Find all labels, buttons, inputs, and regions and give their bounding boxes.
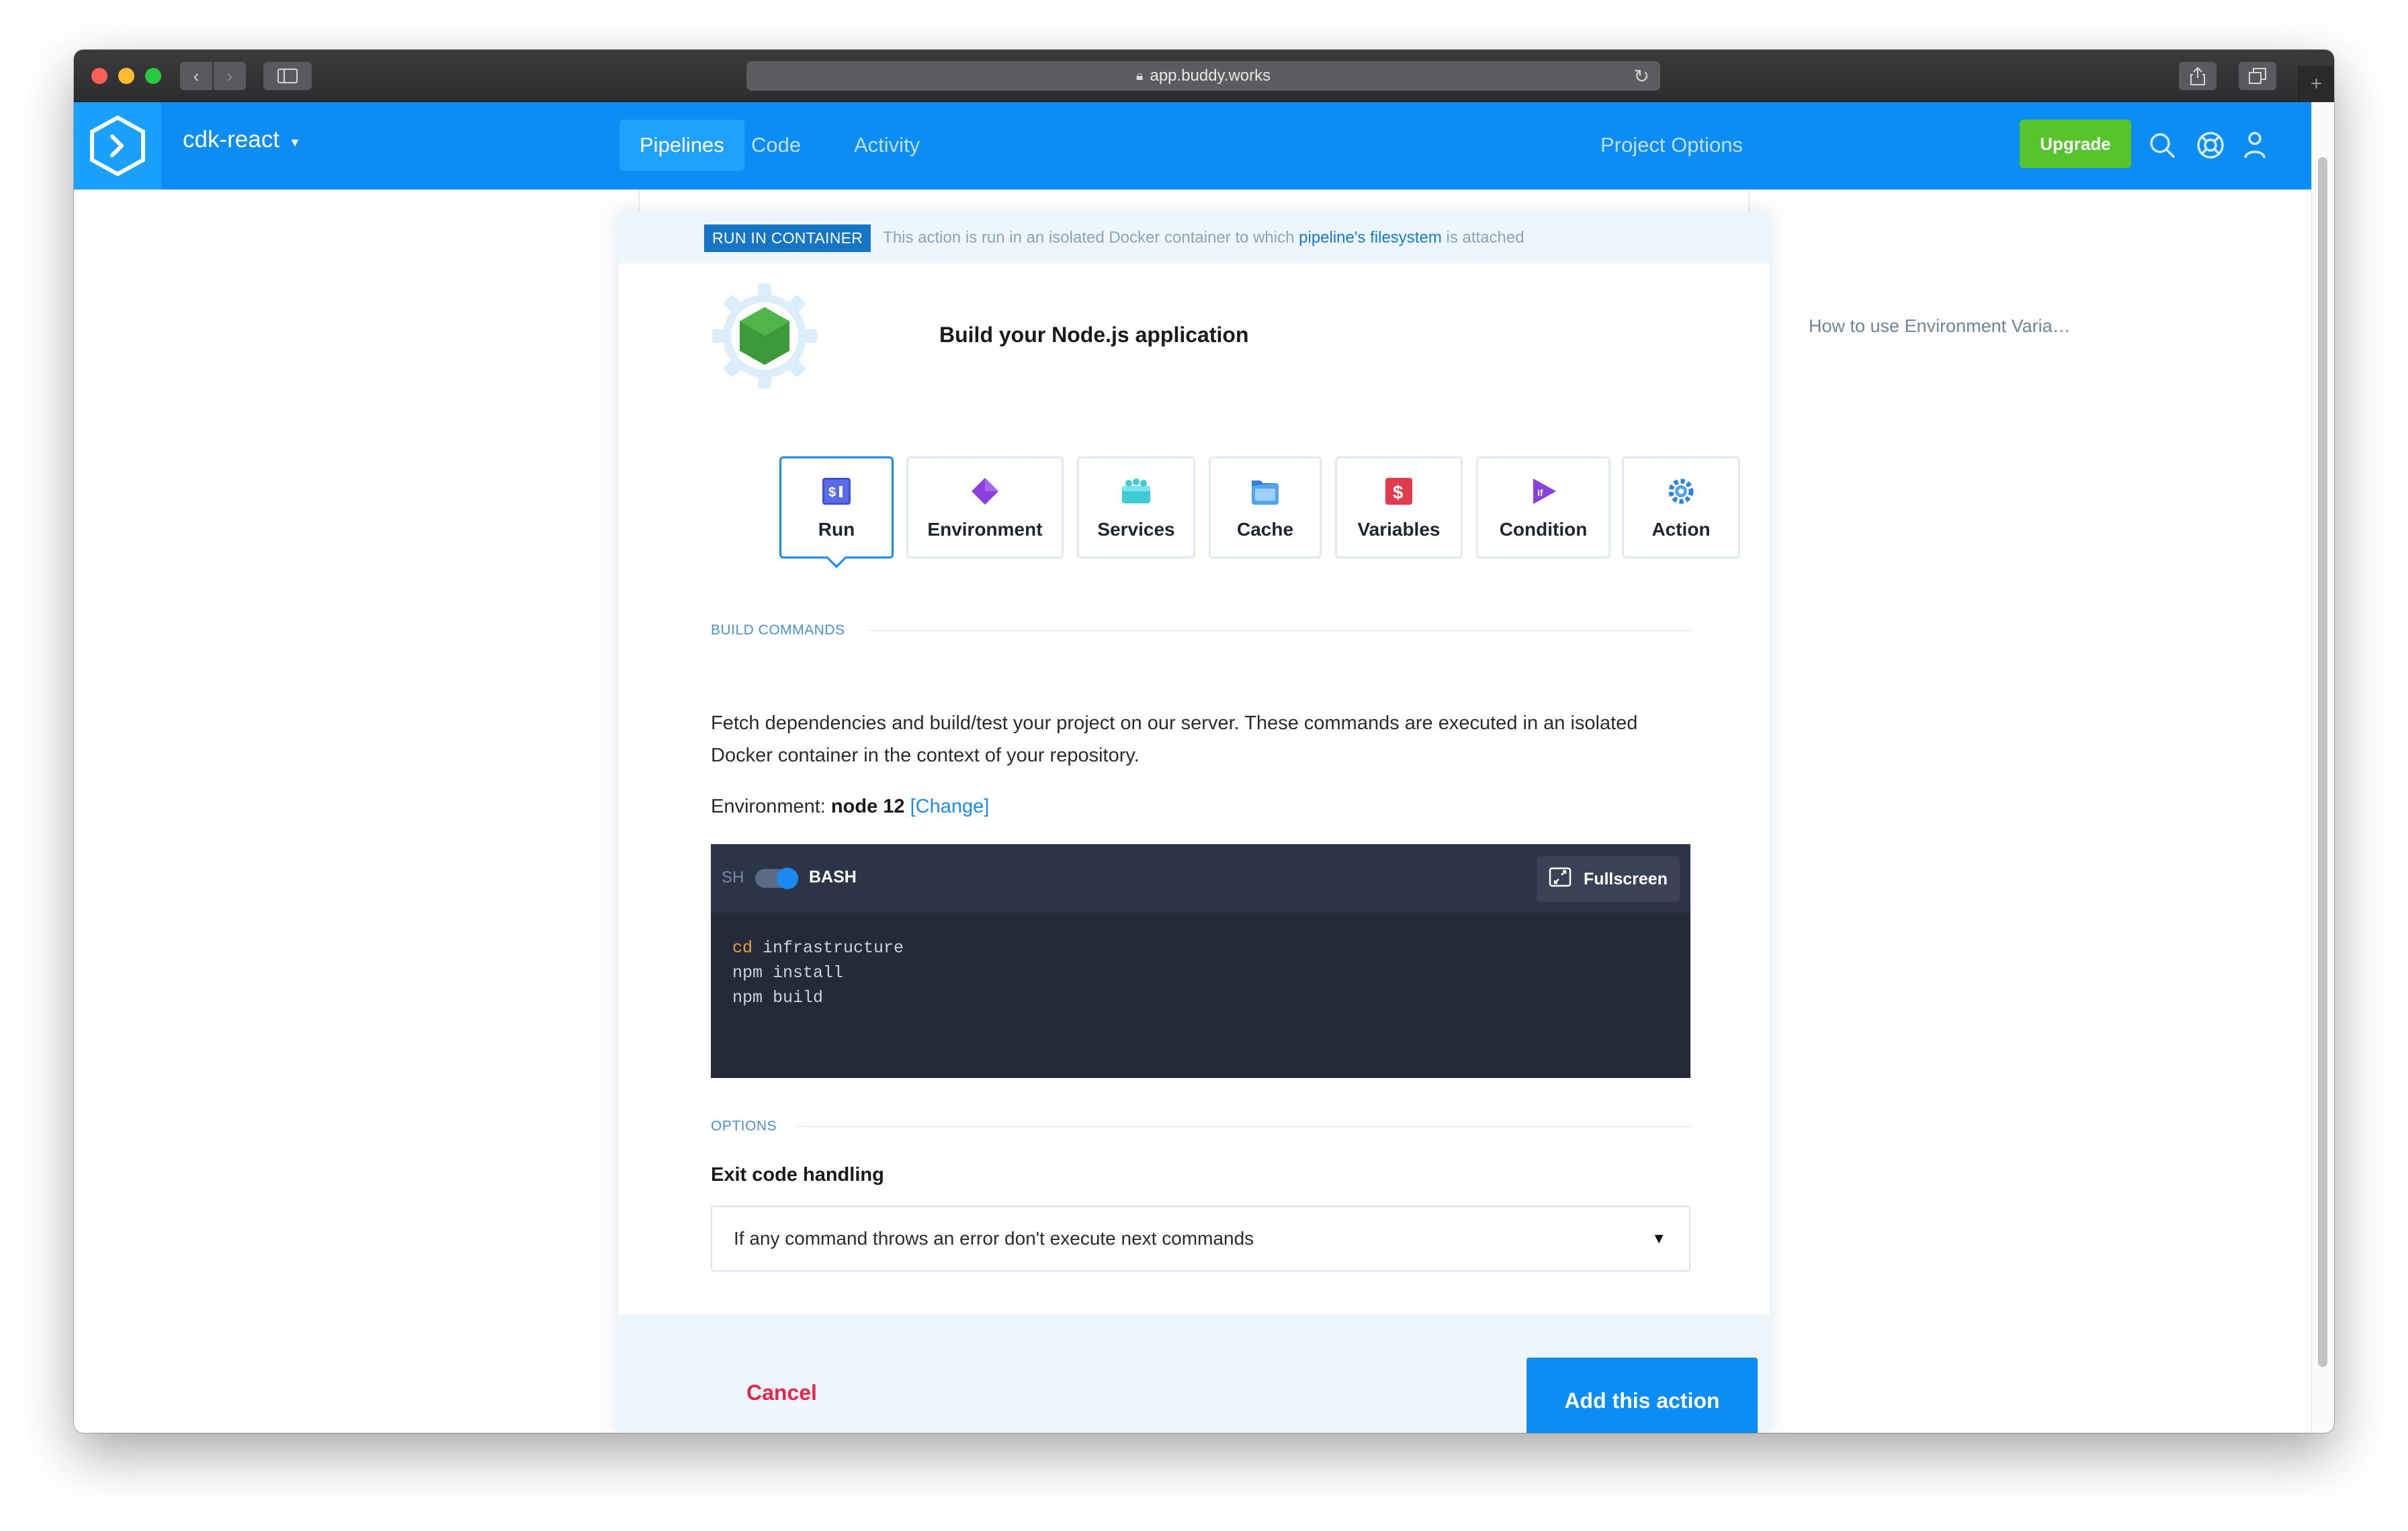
help-article-link[interactable]: How to use Environment Varia…: [1809, 316, 2071, 337]
tab-services[interactable]: Services: [1077, 456, 1195, 558]
code-line: npm install: [732, 960, 904, 985]
sidebar-toggle-icon[interactable]: [263, 62, 312, 90]
pipeline-filesystem-link[interactable]: pipeline's filesystem: [1299, 229, 1442, 247]
dropdown-arrow-icon: ▼: [1651, 1230, 1666, 1247]
lock-icon: 🔒︎: [1135, 68, 1144, 83]
svg-text:$: $: [1393, 482, 1404, 503]
environment-value: node 12: [830, 796, 905, 817]
address-bar[interactable]: 🔒︎ app.buddy.works ↻: [746, 61, 1660, 91]
fullscreen-button[interactable]: Fullscreen: [1536, 856, 1680, 902]
action-title: Build your Node.js application: [939, 323, 1249, 347]
back-icon[interactable]: ‹: [180, 62, 212, 90]
code-text: npm install: [732, 963, 844, 983]
bash-label: BASH: [809, 868, 857, 886]
environment-prefix: Environment:: [711, 796, 826, 817]
user-profile-icon[interactable]: [2239, 129, 2271, 161]
code-area[interactable]: cd infrastructure npm install npm build: [732, 936, 904, 1010]
previous-card-edge: [638, 190, 1750, 212]
notice-text-after: is attached: [1446, 229, 1524, 247]
build-commands-heading: BUILD COMMANDS: [711, 622, 1690, 638]
svg-text:$: $: [828, 485, 836, 500]
zoom-window-button[interactable]: [145, 68, 161, 84]
minimize-window-button[interactable]: [118, 68, 134, 84]
add-action-button[interactable]: Add this action: [1526, 1358, 1758, 1433]
tab-cache-label: Cache: [1236, 519, 1294, 540]
exit-code-title: Exit code handling: [711, 1164, 884, 1186]
tab-condition-label: Condition: [1499, 519, 1588, 540]
fullscreen-label: Fullscreen: [1583, 869, 1668, 888]
action-config-card: RUN IN CONTAINER This action is run in a…: [618, 212, 1770, 1433]
chevron-down-icon: ▼: [288, 135, 301, 149]
action-tabs: $ Run Environment Services Cache $ Varia…: [618, 456, 1770, 564]
variables-icon: $: [1382, 474, 1416, 508]
sh-label: SH: [722, 868, 744, 886]
project-options-link[interactable]: Project Options: [1600, 120, 1743, 171]
project-name: cdk-react: [183, 126, 280, 153]
tab-code[interactable]: Code: [744, 120, 808, 171]
tab-environment[interactable]: Environment: [906, 456, 1064, 558]
exit-code-value: If any command throws an error don't exe…: [734, 1228, 1254, 1249]
tab-pipelines[interactable]: Pipelines: [619, 120, 744, 171]
tab-run[interactable]: $ Run: [779, 456, 894, 558]
notice-text-before: This action is run in an isolated Docker…: [883, 229, 1295, 247]
close-window-button[interactable]: [91, 68, 108, 84]
project-switcher[interactable]: cdk-react ▼: [183, 126, 301, 153]
run-icon: $: [820, 474, 853, 508]
fullscreen-icon: [1549, 867, 1572, 892]
code-text: infrastructure: [752, 938, 904, 958]
help-lifebuoy-icon[interactable]: [2194, 129, 2227, 161]
tab-environment-label: Environment: [927, 519, 1043, 540]
services-icon: [1119, 474, 1153, 508]
main-content: RUN IN CONTAINER This action is run in a…: [74, 190, 2311, 1433]
tab-activity[interactable]: Activity: [847, 120, 927, 171]
tab-variables-label: Variables: [1357, 519, 1440, 540]
editor-toolbar: SH BASH Fullscreen: [711, 844, 1690, 913]
upgrade-button[interactable]: Upgrade: [2020, 120, 2131, 168]
nodejs-gear-icon: [711, 282, 818, 390]
buddy-logo[interactable]: [74, 102, 161, 190]
browser-window: ‹ › 🔒︎ app.buddy.works ↻ + cdk-react ▼ P…: [74, 50, 2334, 1433]
build-commands-label: BUILD COMMANDS: [711, 622, 845, 638]
cancel-button[interactable]: Cancel: [746, 1380, 817, 1405]
code-line: npm build: [732, 985, 904, 1010]
search-icon[interactable]: [2146, 129, 2178, 161]
svg-text:if: if: [1537, 487, 1543, 498]
show-tabs-icon[interactable]: [2239, 62, 2276, 90]
reload-icon[interactable]: ↻: [1634, 65, 1649, 87]
tab-run-label: Run: [818, 519, 855, 540]
action-settings-icon: [1664, 474, 1698, 508]
build-description: Fetch dependencies and build/test your p…: [711, 712, 1638, 766]
code-keyword: cd: [732, 938, 753, 958]
environment-icon: [968, 474, 1002, 508]
card-footer: Cancel Add this action: [618, 1315, 1770, 1433]
new-tab-icon[interactable]: +: [2298, 66, 2333, 102]
run-in-container-badge: RUN IN CONTAINER: [704, 224, 871, 252]
options-label: OPTIONS: [711, 1118, 777, 1134]
browser-titlebar: ‹ › 🔒︎ app.buddy.works ↻ +: [74, 50, 2334, 102]
forward-icon[interactable]: ›: [214, 62, 246, 90]
condition-icon: if: [1526, 474, 1560, 508]
exit-code-select[interactable]: If any command throws an error don't exe…: [711, 1206, 1690, 1272]
commands-editor[interactable]: SH BASH Fullscreen cd infrastructure npm…: [711, 844, 1690, 1078]
environment-line: Environment: node 12 [Change]: [711, 796, 989, 818]
options-heading: OPTIONS: [711, 1118, 1690, 1134]
tab-cache[interactable]: Cache: [1209, 456, 1322, 558]
tab-action[interactable]: Action: [1622, 456, 1740, 558]
change-environment-link[interactable]: [Change]: [910, 796, 990, 817]
url-text: app.buddy.works: [1150, 67, 1271, 85]
toggle-knob: [777, 868, 798, 889]
share-icon[interactable]: [2179, 62, 2217, 90]
tab-action-label: Action: [1651, 519, 1711, 540]
tab-services-label: Services: [1097, 519, 1175, 540]
tab-variables[interactable]: $ Variables: [1335, 456, 1463, 558]
app-header: cdk-react ▼ Pipelines Code Activity Proj…: [74, 102, 2311, 190]
shell-toggle[interactable]: [755, 868, 798, 889]
code-line: cd infrastructure: [732, 936, 904, 960]
tab-condition[interactable]: if Condition: [1476, 456, 1610, 558]
cache-icon: [1248, 474, 1282, 508]
run-in-container-notice: RUN IN CONTAINER This action is run in a…: [618, 212, 1770, 263]
code-text: npm build: [732, 988, 824, 1007]
scrollbar-thumb[interactable]: [2318, 157, 2327, 1367]
